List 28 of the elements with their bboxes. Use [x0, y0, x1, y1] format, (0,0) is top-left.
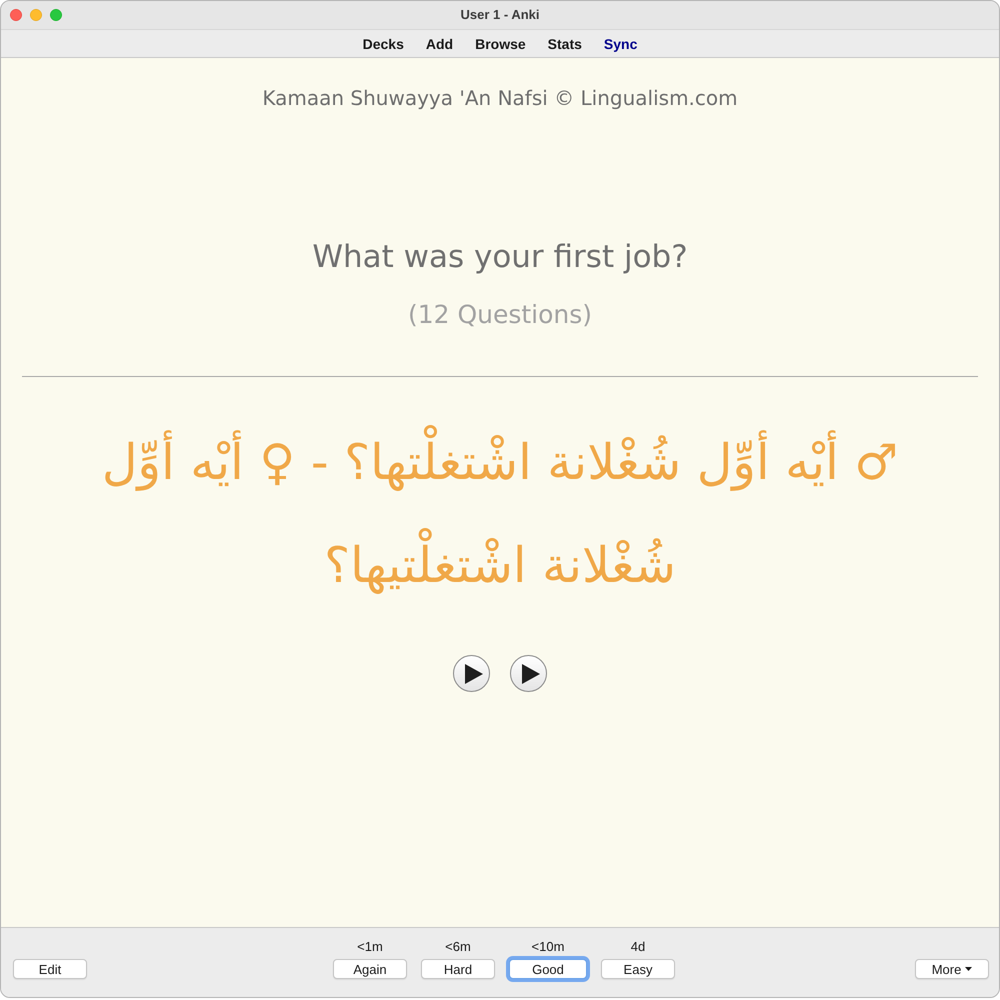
interval-label: <10m: [532, 939, 564, 955]
play-button[interactable]: [453, 655, 490, 692]
play-button[interactable]: [510, 655, 547, 692]
toolbar-link[interactable]: Add: [414, 32, 464, 54]
answer-button[interactable]: Good: [509, 959, 587, 979]
deck-header: Kamaan Shuwayya 'An Nafsi © Lingualism.com: [262, 85, 738, 111]
play-icon: [522, 664, 540, 684]
answer-text: ♂ أيْه أوِّل شُغْلانة اشْتغلْتها؟ - ♀ أيْه أوِّل شُغْلانة اشْتغلْتيها؟: [50, 411, 950, 617]
minimize-icon[interactable]: [30, 9, 42, 21]
toolbar-link[interactable]: Browse: [464, 32, 537, 54]
toolbar-link[interactable]: Stats: [536, 32, 593, 54]
zoom-icon[interactable]: [50, 9, 62, 21]
play-icon: [464, 664, 482, 684]
interval-label: 4d: [630, 939, 646, 955]
interval-label: <6m: [445, 939, 471, 955]
edit-button[interactable]: Edit: [13, 959, 87, 979]
window-title: User 1 - Anki: [460, 6, 540, 24]
more-button[interactable]: More: [915, 959, 989, 979]
toolbar-link[interactable]: Decks: [352, 32, 415, 54]
question-count: (12 Questions): [408, 299, 592, 331]
answer-button[interactable]: Hard: [421, 959, 495, 979]
answer-button[interactable]: Easy: [601, 959, 675, 979]
close-icon[interactable]: [10, 9, 22, 21]
question-text: What was your first job?: [312, 238, 688, 277]
caret-icon: [965, 967, 972, 971]
interval-label: <1m: [357, 939, 383, 955]
answer-button[interactable]: Again: [333, 959, 407, 979]
toolbar-link[interactable]: Sync: [592, 32, 648, 54]
